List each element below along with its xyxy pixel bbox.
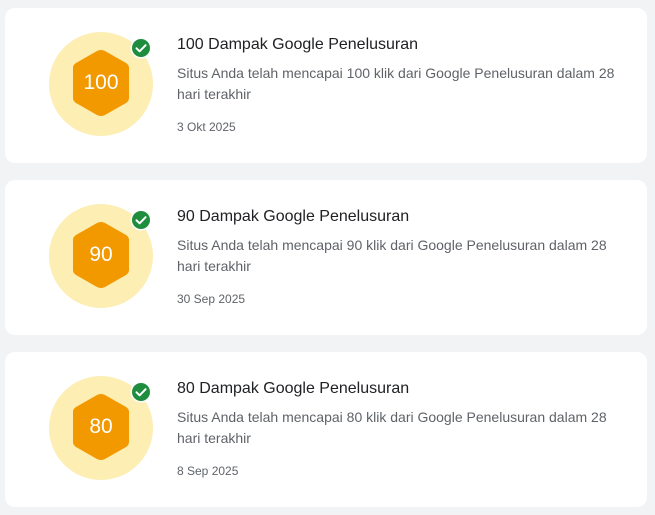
hexagon-badge-icon: 90 [71, 220, 131, 290]
achievement-date: 30 Sep 2025 [177, 292, 246, 306]
achievement-title: 80 Dampak Google Penelusuran [177, 380, 410, 397]
hexagon-badge-icon: 80 [71, 392, 131, 462]
check-circle-icon [130, 209, 152, 231]
achievement-badge: 90 [49, 204, 153, 308]
check-circle-icon [130, 37, 152, 59]
achievement-description: Situs Anda telah mencapai 80 klik dari G… [177, 409, 607, 446]
achievement-badge: 80 [49, 376, 153, 480]
hexagon-badge-icon: 100 [71, 48, 131, 118]
achievement-description: Situs Anda telah mencapai 90 klik dari G… [177, 237, 607, 274]
achievement-badge: 100 [49, 32, 153, 136]
badge-value: 80 [89, 415, 113, 438]
achievement-card: 90 90 Dampak Google Penelusuran Situs An… [5, 180, 647, 335]
achievement-title: 100 Dampak Google Penelusuran [177, 36, 419, 53]
achievement-card: 80 80 Dampak Google Penelusuran Situs An… [5, 352, 647, 507]
achievement-card: 100 100 Dampak Google Penelusuran Situs … [5, 8, 647, 163]
achievement-date: 3 Okt 2025 [177, 120, 236, 134]
badge-value: 90 [89, 243, 113, 266]
check-circle-icon [130, 381, 152, 403]
achievement-title: 90 Dampak Google Penelusuran [177, 208, 410, 225]
achievement-date: 8 Sep 2025 [177, 464, 239, 478]
achievement-description: Situs Anda telah mencapai 100 klik dari … [177, 65, 615, 102]
badge-value: 100 [83, 71, 119, 94]
